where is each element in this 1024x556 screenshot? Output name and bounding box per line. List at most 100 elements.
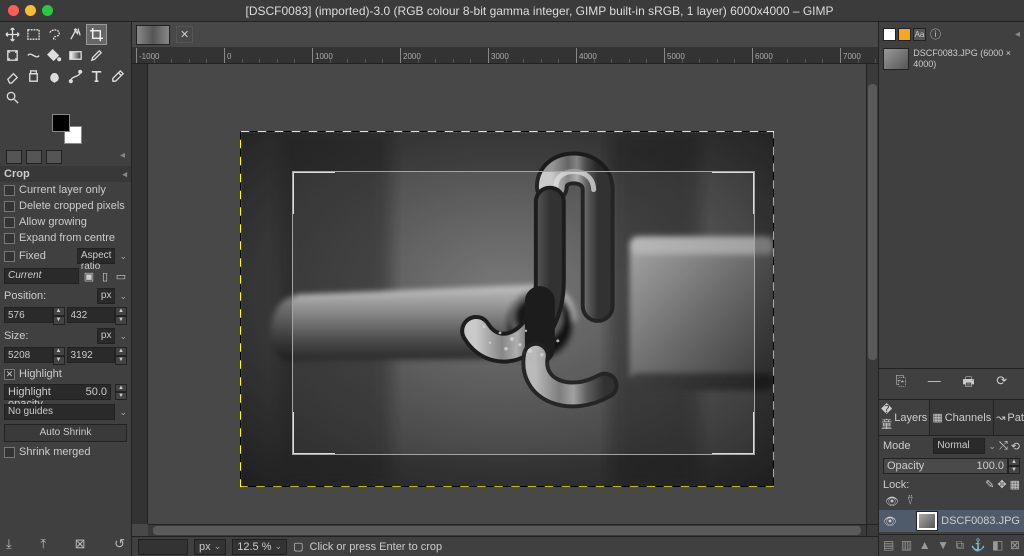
tab-layers[interactable]: �童Layers <box>879 400 930 435</box>
delete-cropped-checkbox[interactable] <box>4 201 15 212</box>
highlight-checkbox[interactable] <box>4 369 15 380</box>
opacity-slider[interactable]: Opacity100.0 <box>883 458 1008 474</box>
allow-growing-checkbox[interactable] <box>4 217 15 228</box>
fuzzy-select-tool[interactable] <box>65 24 86 45</box>
layer-visibility-toggle[interactable]: 👁 <box>883 515 897 528</box>
rect-select-tool[interactable] <box>23 24 44 45</box>
transform-tool[interactable] <box>2 45 23 66</box>
save-tool-preset-icon[interactable]: ⤓ <box>6 536 12 552</box>
link-header-icon[interactable]: ⍢ <box>907 495 914 508</box>
aspect-entry[interactable]: Current <box>4 268 79 284</box>
position-y-input[interactable] <box>67 307 116 323</box>
fixed-checkbox[interactable] <box>4 251 15 262</box>
warp-tool[interactable] <box>23 45 44 66</box>
visibility-header-icon[interactable]: 👁 <box>885 495 899 508</box>
help-icon[interactable]: ⓘ <box>930 26 941 42</box>
crop-rectangle[interactable] <box>292 171 755 455</box>
dock-tab-1[interactable] <box>883 28 896 41</box>
zoom-tool[interactable] <box>2 87 23 108</box>
position-y-stepper[interactable]: ▲▼ <box>115 307 127 325</box>
position-x-input[interactable] <box>4 307 53 323</box>
lock-alpha-icon[interactable]: ▦ <box>1010 478 1020 491</box>
window-zoom-button[interactable] <box>42 5 53 16</box>
tab-paths[interactable]: ↝Paths <box>994 400 1024 435</box>
crop-tool[interactable] <box>86 24 107 45</box>
crop-handle-tr[interactable] <box>712 172 754 214</box>
portrait-icon[interactable]: ▯ <box>99 270 111 283</box>
raise-image-icon[interactable]: ⎘ <box>896 373 906 395</box>
pattern-indicator[interactable] <box>26 150 42 164</box>
refresh-icon[interactable]: ⟳ <box>996 373 1007 395</box>
landscape-icon[interactable]: ▭ <box>115 270 127 283</box>
bucket-fill-tool[interactable] <box>44 45 65 66</box>
foreground-color[interactable] <box>52 114 70 132</box>
new-view-icon[interactable]: — <box>928 373 941 395</box>
new-layer-icon[interactable]: ▤ <box>883 538 894 553</box>
text-tool[interactable] <box>86 66 107 87</box>
size-h-input[interactable] <box>67 347 116 363</box>
zoom-select[interactable]: 12.5 % ⌄ <box>232 539 287 555</box>
opacity-stepper[interactable]: ▲▼ <box>1008 458 1020 474</box>
merge-down-icon[interactable]: ⚓ <box>971 538 986 553</box>
close-tab-icon[interactable]: ✕ <box>176 26 193 43</box>
restore-tool-preset-icon[interactable]: ⤒ <box>40 536 46 552</box>
images-list-item[interactable]: DSCF0083.JPG (6000 × 4000) <box>879 46 1024 72</box>
crop-handle-bl[interactable] <box>293 412 335 454</box>
delete-tool-preset-icon[interactable]: ⊠ <box>75 536 86 552</box>
raise-layer-icon[interactable]: ▲ <box>919 538 931 553</box>
delete-layer-icon[interactable]: ⊠ <box>1010 538 1020 553</box>
crop-handle-br[interactable] <box>712 412 754 454</box>
ruler-vertical[interactable] <box>132 64 148 524</box>
clear-icon[interactable]: ▣ <box>83 270 95 283</box>
ruler-horizontal[interactable]: -100001000200030004000500060007000 <box>132 48 878 64</box>
gradient-tool[interactable] <box>65 45 86 66</box>
expand-centre-checkbox[interactable] <box>4 233 15 244</box>
dock-tab-2[interactable] <box>898 28 911 41</box>
color-swatches[interactable] <box>52 114 82 144</box>
shrink-merged-checkbox[interactable] <box>4 447 15 458</box>
crop-handle-tl[interactable] <box>293 172 335 214</box>
layer-group-icon[interactable]: ▥ <box>901 538 912 553</box>
size-h-stepper[interactable]: ▲▼ <box>115 347 127 365</box>
auto-shrink-button[interactable]: Auto Shrink <box>4 424 127 442</box>
move-tool[interactable] <box>2 24 23 45</box>
free-select-tool[interactable] <box>44 24 65 45</box>
position-unit-select[interactable]: px <box>97 288 116 304</box>
lower-layer-icon[interactable]: ▼ <box>937 538 949 553</box>
scrollbar-vertical[interactable] <box>866 64 878 524</box>
window-close-button[interactable] <box>8 5 19 16</box>
tool-options-menu-icon[interactable]: ◂ <box>120 150 125 164</box>
brush-indicator[interactable] <box>6 150 22 164</box>
unit-select[interactable]: px ⌄ <box>194 539 226 555</box>
image-viewport[interactable] <box>148 64 866 524</box>
chevron-down-icon[interactable]: ⌄ <box>119 251 127 262</box>
scrollbar-horizontal[interactable] <box>148 524 866 536</box>
highlight-opacity-slider[interactable]: Highlight opacity 50.0 <box>4 384 111 400</box>
size-w-stepper[interactable]: ▲▼ <box>53 347 65 365</box>
navigation-icon[interactable] <box>866 524 878 536</box>
window-minimize-button[interactable] <box>25 5 36 16</box>
gradient-indicator[interactable] <box>46 150 62 164</box>
eraser-tool[interactable] <box>2 66 23 87</box>
cancel-icon[interactable]: ▢ <box>293 540 303 553</box>
highlight-opacity-stepper[interactable]: ▲▼ <box>115 384 127 400</box>
display-icon[interactable]: 🖶 <box>962 373 974 395</box>
tab-channels[interactable]: ▦Channels <box>930 400 994 435</box>
smudge-tool[interactable] <box>44 66 65 87</box>
tool-options-menu-icon[interactable]: ◂ <box>122 169 127 180</box>
mode-switch-icon[interactable]: ⤭ <box>999 440 1008 453</box>
fixed-mode-select[interactable]: Aspect ratio <box>77 248 116 264</box>
reset-tool-options-icon[interactable]: ↺ <box>114 536 125 552</box>
size-w-input[interactable] <box>4 347 53 363</box>
clone-tool[interactable] <box>23 66 44 87</box>
current-layer-only-checkbox[interactable] <box>4 185 15 196</box>
path-tool[interactable] <box>65 66 86 87</box>
pencil-tool[interactable] <box>86 45 107 66</box>
lock-position-icon[interactable]: ✥ <box>997 478 1006 491</box>
image-tab[interactable] <box>136 25 170 45</box>
lock-pixels-icon[interactable]: ✎ <box>985 478 994 491</box>
dock-menu-icon[interactable]: ◂ <box>1015 29 1020 40</box>
mode-reset-icon[interactable]: ⟲ <box>1011 440 1020 453</box>
layer-name[interactable]: DSCF0083.JPG <box>941 515 1020 527</box>
duplicate-layer-icon[interactable]: ⧉ <box>955 538 964 553</box>
